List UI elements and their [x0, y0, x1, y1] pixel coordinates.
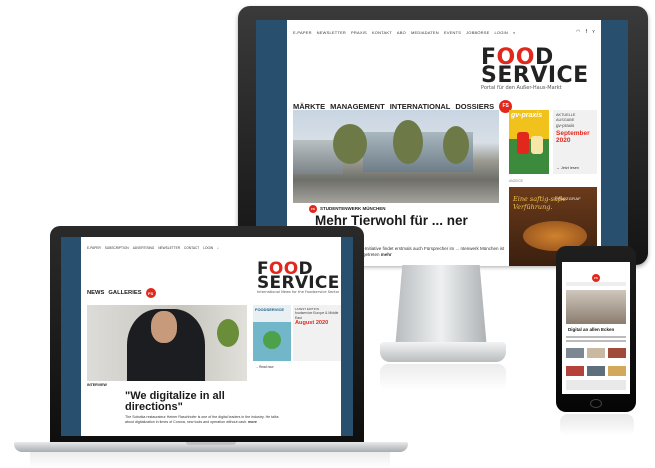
phone-headline[interactable]: Digital an allen Ecken: [568, 327, 624, 332]
rss-icon[interactable]: ◠: [576, 29, 581, 35]
search-icon[interactable]: ⌕: [513, 30, 515, 35]
twitter-icon[interactable]: ʏ: [592, 29, 595, 35]
fs-badge-icon: FS: [592, 274, 600, 282]
topnav-abo[interactable]: ABO: [397, 30, 406, 35]
magazine-cover[interactable]: FOODSERVICE: [253, 305, 291, 361]
tree-shape: [393, 120, 423, 164]
search-icon[interactable]: ⌕: [217, 246, 219, 250]
monitor-base: [380, 342, 506, 362]
kicker-text: STUDENTENWERK MÜNCHEN: [320, 206, 386, 211]
desktop-sidebar: gv-praxis AKTUELLE AUSGABE gv-praxis Sep…: [509, 110, 597, 266]
ad-label: ANZEIGE: [509, 179, 523, 183]
topnav-newsletter[interactable]: NEWSLETTER: [158, 246, 180, 250]
magazine-masthead: gv-praxis: [511, 112, 543, 119]
monitor-stand: [395, 265, 487, 349]
teaser-text: ...n-Initiative findet erstmals auch Für…: [357, 246, 505, 257]
article-kicker: FS STUDENTENWERK MÜNCHEN: [307, 204, 389, 213]
laptop-notch: [186, 442, 236, 445]
topnav-events[interactable]: EVENTS: [444, 30, 461, 35]
topnav-kontakt[interactable]: KONTAKT: [372, 30, 392, 35]
issue-date: August 2020: [295, 320, 329, 326]
monitor-reflection: [380, 364, 506, 390]
issue-label: AKTUELLE AUSGABE: [556, 113, 576, 122]
ad-brand: PFALZGRAF: [555, 196, 582, 201]
plant-shape: [217, 319, 239, 347]
phone-thumbnail[interactable]: [587, 366, 605, 376]
home-button[interactable]: [590, 399, 602, 408]
face-shape: [151, 311, 177, 343]
hero-image[interactable]: [87, 305, 247, 381]
current-issue-box[interactable]: LATEST EDITION foodservice Europe & Midd…: [293, 305, 341, 361]
read-now-link[interactable]: → Read now: [255, 365, 273, 369]
topnav-e-paper[interactable]: E-PAPER: [87, 246, 101, 250]
magazine-masthead: FOODSERVICE: [255, 307, 285, 312]
article-kicker: INTERVIEW: [87, 383, 107, 387]
phone-thumbnail[interactable]: [566, 366, 584, 376]
nav-galleries[interactable]: GALLERIES: [108, 290, 141, 296]
food-service-logo[interactable]: FOOD SERVICE Portal für den Außer-Haus-M…: [481, 47, 591, 92]
topnav-advertising[interactable]: ADVERTISING: [133, 246, 155, 250]
social-links: ◠ f ʏ: [576, 29, 595, 35]
nav-news[interactable]: NEWS: [87, 290, 104, 296]
phone-text-line: [566, 340, 626, 342]
issue-title: gv-praxis: [556, 123, 575, 128]
hero-image[interactable]: [293, 110, 499, 203]
read-now-link[interactable]: → Jetzt lesen: [556, 166, 579, 170]
phone-thumbnail[interactable]: [608, 348, 626, 358]
article-teaser: The Sobotka restaurateur Heiner Raschhof…: [125, 415, 285, 425]
phone-text-line: [566, 336, 626, 338]
facebook-icon[interactable]: f: [586, 29, 588, 35]
topnav-contact[interactable]: CONTACT: [184, 246, 199, 250]
tree-shape: [443, 126, 469, 164]
cover-illustration: [517, 132, 529, 154]
food-service-logo[interactable]: FOOD SERVICE International News for the …: [257, 261, 341, 295]
issue-title: foodservice Europe & Middle East: [295, 311, 339, 320]
phone-thumbnail[interactable]: [566, 348, 584, 358]
phone-footer-block: [566, 380, 626, 390]
cover-illustration: [531, 136, 543, 154]
fs-badge-icon[interactable]: FS: [145, 288, 156, 298]
phone-thumbnail[interactable]: [587, 348, 605, 358]
current-issue-box[interactable]: AKTUELLE AUSGABE gv-praxis September 202…: [553, 110, 597, 174]
topnav-e-paper[interactable]: E-PAPER: [293, 30, 312, 35]
topnav-newsletter[interactable]: NEWSLETTER: [317, 30, 346, 35]
fs-badge-icon: FS: [309, 205, 317, 213]
topnav-jobboerse[interactable]: JOBBÖRSE: [466, 30, 489, 35]
phone-nav-bar[interactable]: [566, 282, 626, 286]
more-link[interactable]: more: [248, 420, 257, 424]
laptop-main-nav: NEWS GALLERIES FS: [87, 288, 156, 298]
topnav-login[interactable]: LOGIN: [495, 30, 508, 35]
laptop-web-page: E-PAPER SUBSCRIPTION ADVERTISING NEWSLET…: [81, 237, 341, 436]
laptop-reflection: [30, 452, 390, 468]
smartphone-screen: FS Digital an allen Ecken: [562, 262, 630, 394]
article-headline[interactable]: "We digitalize in all directions": [125, 391, 285, 413]
topnav-subscription[interactable]: SUBSCRIPTION: [105, 246, 129, 250]
magazine-cover[interactable]: gv-praxis: [509, 110, 549, 174]
logo-tagline: International News for the Foodservice S…: [257, 290, 340, 294]
topnav-login[interactable]: LOGIN: [203, 246, 213, 250]
issue-date: September 2020: [556, 130, 590, 144]
laptop-screen: E-PAPER SUBSCRIPTION ADVERTISING NEWSLET…: [61, 237, 353, 436]
more-link[interactable]: mehr: [381, 252, 392, 257]
desktop-top-nav: E-PAPER NEWSLETTER PRAXIS KONTAKT ABO ME…: [293, 28, 595, 36]
cover-illustration: [263, 331, 281, 349]
laptop-top-nav: E-PAPER SUBSCRIPTION ADVERTISING NEWSLET…: [87, 245, 337, 251]
article-teaser: ...n-Initiative findet erstmals auch Für…: [357, 246, 507, 258]
topnav-praxis[interactable]: PRAXIS: [351, 30, 367, 35]
phone-thumbnail[interactable]: [608, 366, 626, 376]
phone-hero-image[interactable]: [566, 290, 626, 324]
tree-shape: [333, 124, 367, 164]
phone-reflection: [560, 414, 634, 436]
topnav-mediadaten[interactable]: MEDIADATEN: [411, 30, 439, 35]
